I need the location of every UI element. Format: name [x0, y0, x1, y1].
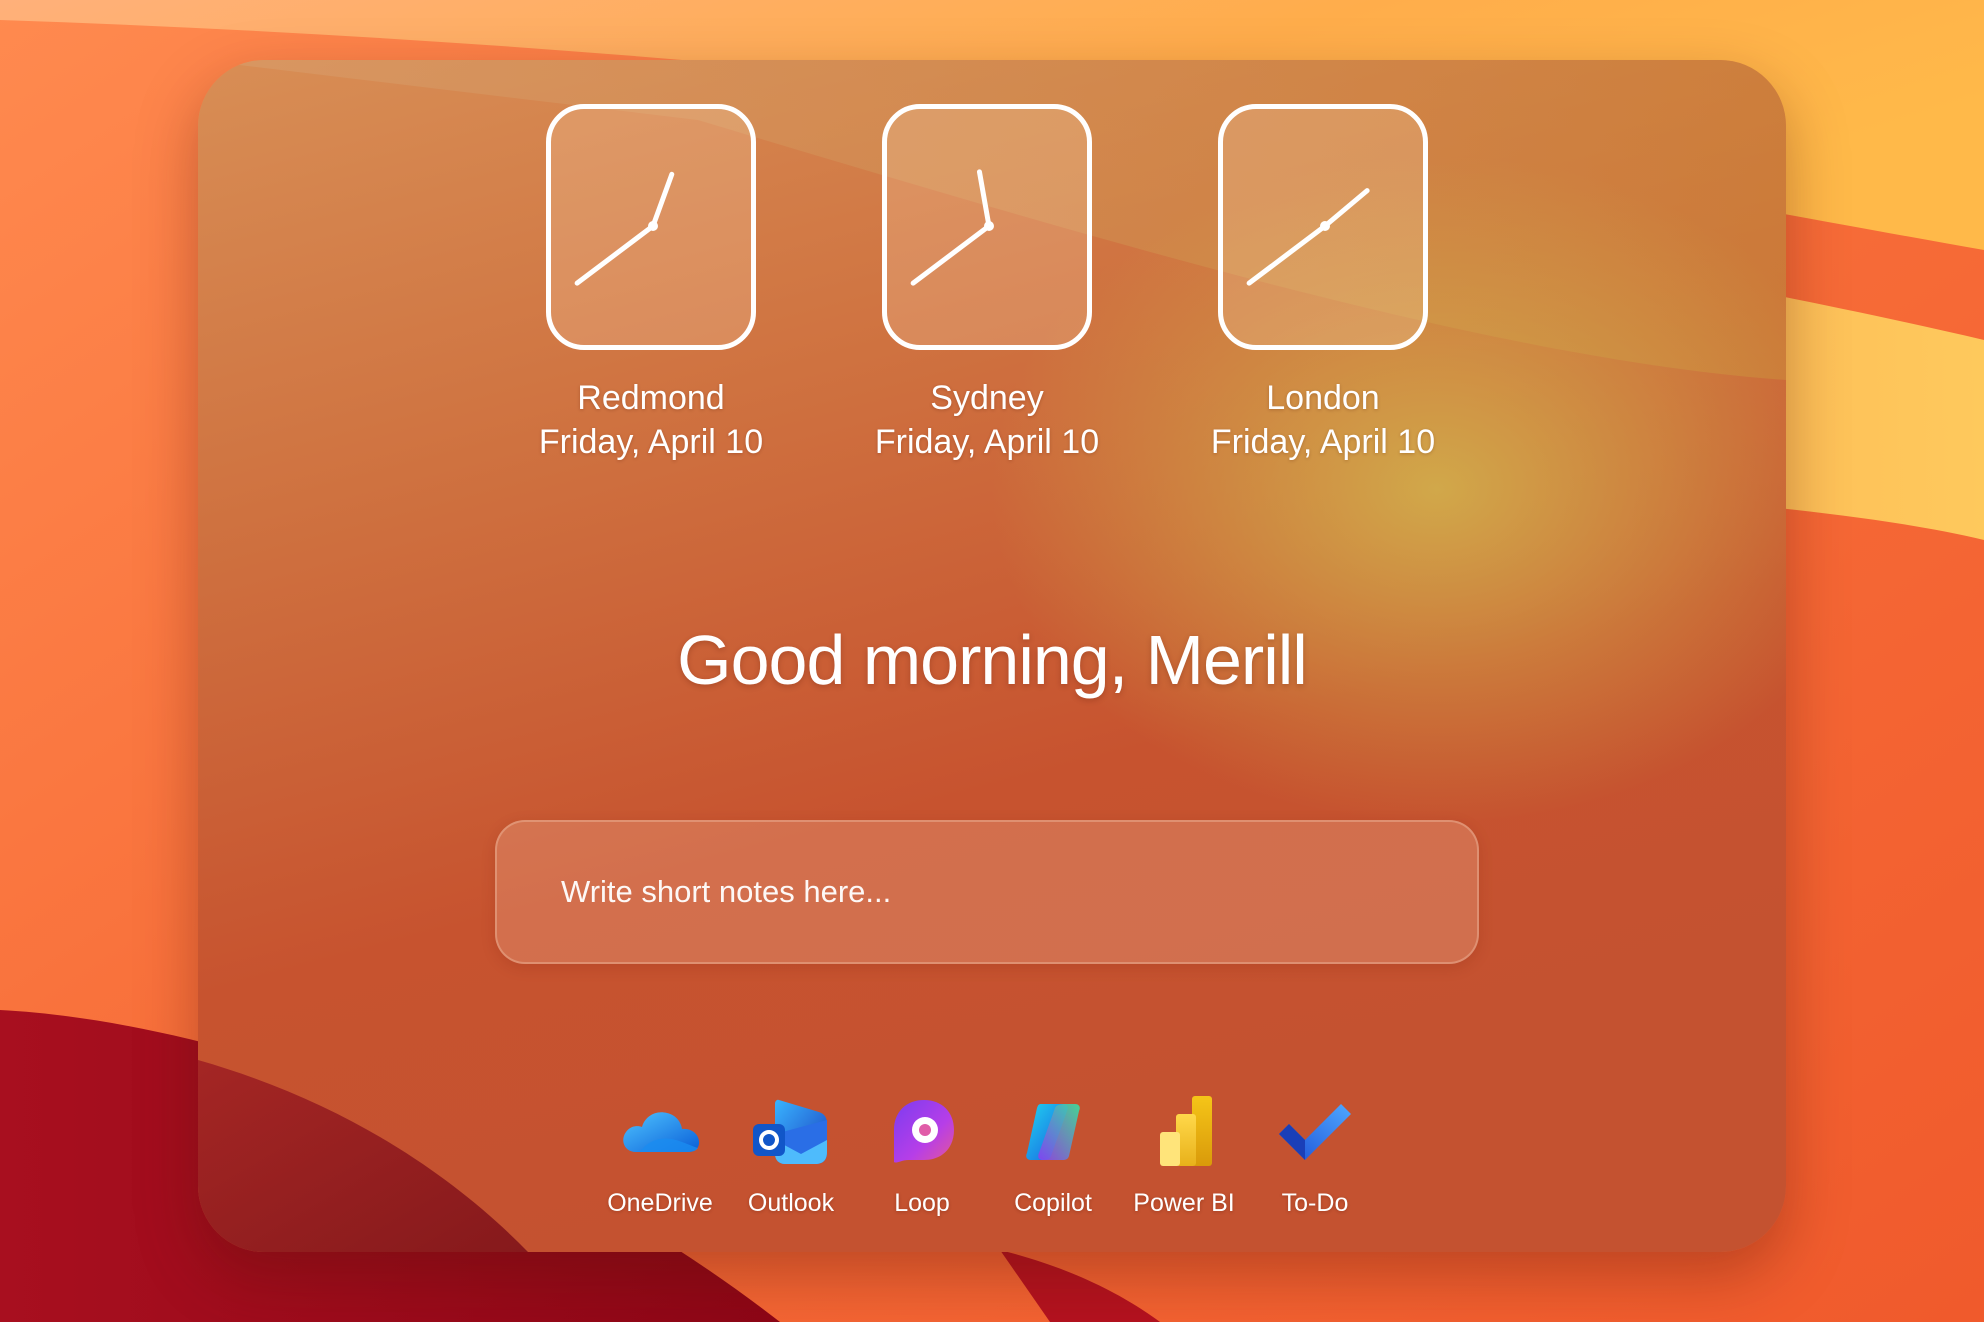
- loop-icon: [894, 1100, 954, 1163]
- app-power-bi[interactable]: Power BI: [1122, 1090, 1246, 1218]
- app-label: Outlook: [747, 1189, 835, 1217]
- clock-face: [882, 104, 1092, 350]
- short-notes-input[interactable]: [495, 820, 1479, 964]
- clock-city: Redmond: [577, 379, 725, 417]
- outlook-icon: [753, 1099, 827, 1164]
- app-copilot[interactable]: Copilot: [991, 1090, 1115, 1218]
- clock-date: Friday, April 10: [874, 423, 1100, 461]
- app-label: Loop: [894, 1189, 950, 1217]
- clock-london: London Friday, April 10: [1155, 104, 1491, 464]
- clock-city: London: [1266, 379, 1380, 417]
- to-do-icon: [1279, 1104, 1351, 1160]
- app-label: OneDrive: [607, 1189, 713, 1217]
- start-panel: Redmond Friday, April 10 Sydney Friday, …: [198, 60, 1786, 1252]
- app-outlook[interactable]: Outlook: [729, 1090, 853, 1218]
- clock-city: Sydney: [930, 379, 1044, 417]
- onedrive-icon: [623, 1112, 700, 1152]
- app-label: Copilot: [1014, 1189, 1092, 1217]
- greeting-title: Good morning, Merill: [677, 621, 1308, 699]
- clock-face: [546, 104, 756, 350]
- app-loop[interactable]: Loop: [860, 1090, 984, 1218]
- clock-redmond: Redmond Friday, April 10: [483, 104, 819, 464]
- app-launcher: OneDrive Outlook Loop Copilot Power BI T…: [198, 1090, 1786, 1230]
- app-label: To-Do: [1281, 1189, 1349, 1217]
- clock-sydney: Sydney Friday, April 10: [819, 104, 1155, 464]
- clock-date: Friday, April 10: [538, 423, 764, 461]
- clock-date: Friday, April 10: [1210, 423, 1436, 461]
- copilot-icon: [1026, 1104, 1080, 1160]
- power-bi-icon: [1160, 1096, 1212, 1166]
- app-label: Power BI: [1133, 1189, 1235, 1217]
- app-onedrive[interactable]: OneDrive: [598, 1090, 722, 1218]
- app-to-do[interactable]: To-Do: [1253, 1090, 1377, 1218]
- clock-face: [1218, 104, 1428, 350]
